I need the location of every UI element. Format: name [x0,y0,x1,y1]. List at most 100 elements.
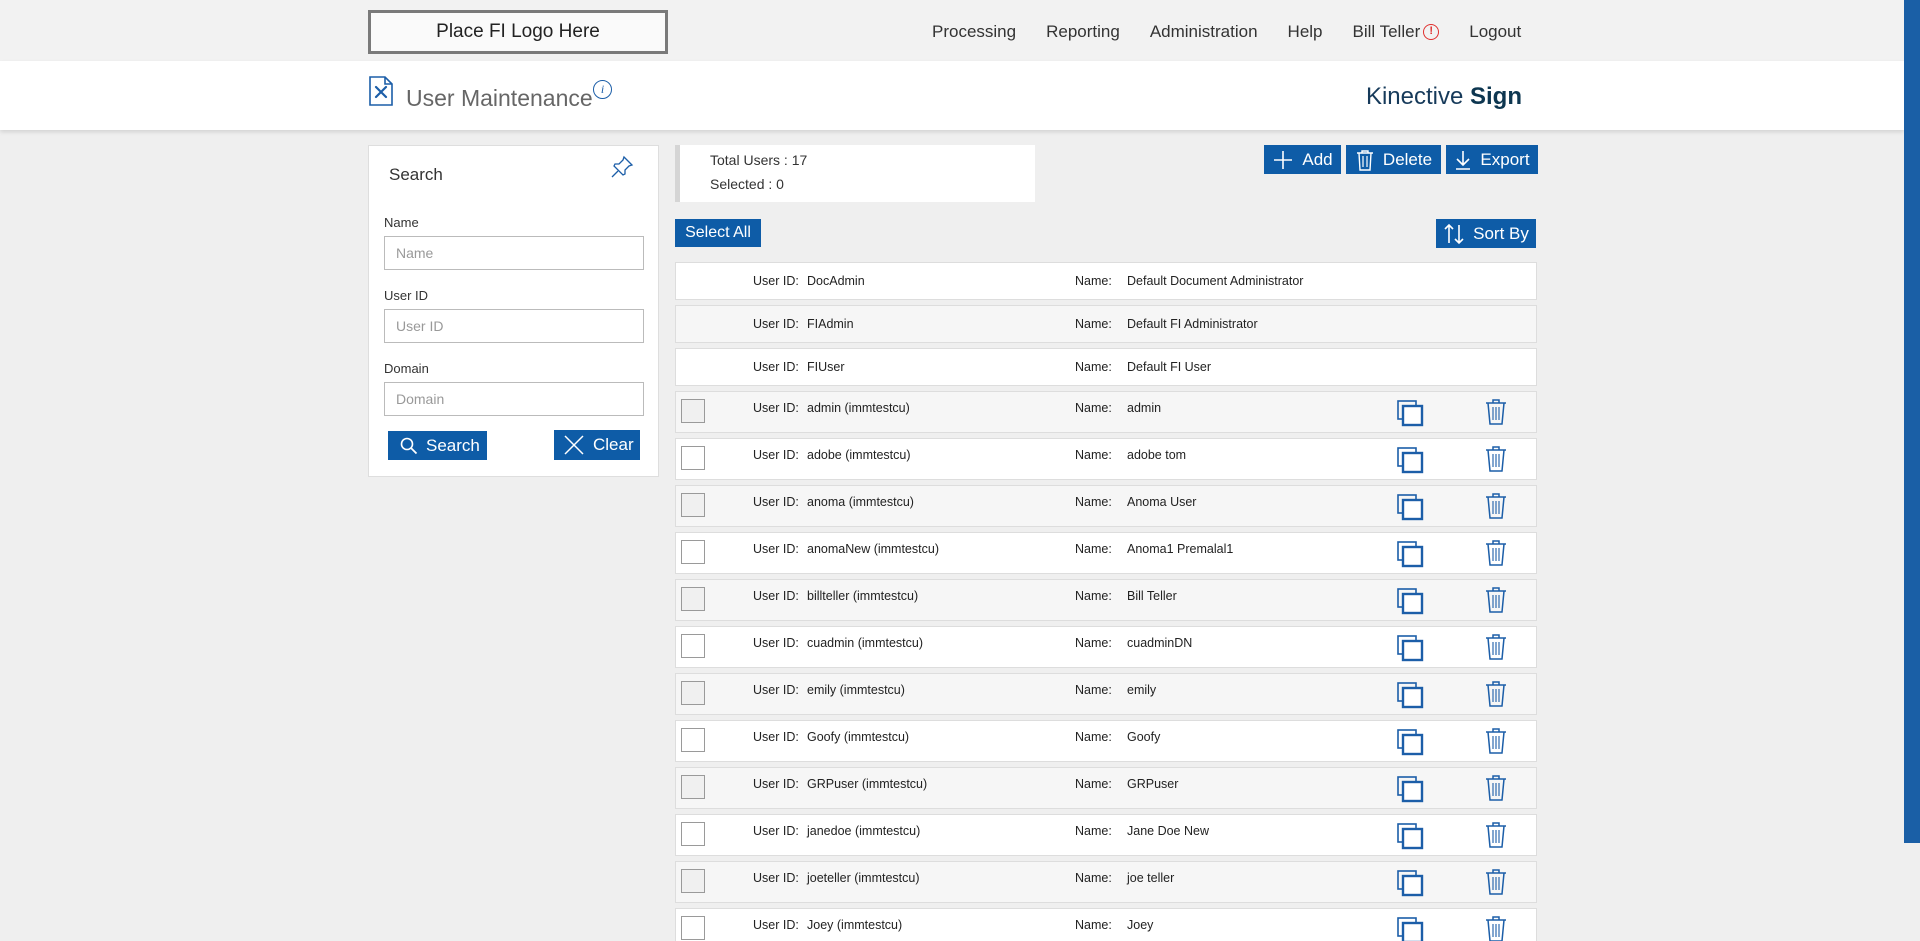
user-row[interactable]: User ID: admin (immtestcu) Name: admin [675,391,1537,433]
pin-icon[interactable] [609,154,635,180]
user-id-label: User ID: [753,448,799,462]
sort-by-label: Sort By [1473,223,1529,243]
user-row[interactable]: User ID: GRPuser (immtestcu) Name: GRPuser [675,767,1537,809]
row-checkbox[interactable] [681,775,705,799]
nav-logout[interactable]: Logout [1469,22,1521,42]
user-row[interactable]: User ID: Joey (immtestcu) Name: Joey [675,908,1537,941]
nav-processing[interactable]: Processing [932,22,1016,42]
user-row[interactable]: User ID: Goofy (immtestcu) Name: Goofy [675,720,1537,762]
user-row[interactable]: User ID: FIAdmin Name: Default FI Administr… [675,305,1537,343]
row-checkbox[interactable] [681,587,705,611]
row-checkbox[interactable] [681,540,705,564]
export-button[interactable]: Export [1446,145,1538,174]
copy-icon[interactable] [1396,775,1424,803]
copy-icon[interactable] [1396,634,1424,662]
name-label: Name: [1075,274,1112,288]
user-row[interactable]: User ID: DocAdmin Name: Default Document Ad… [675,262,1537,300]
trash-icon[interactable] [1485,398,1507,426]
user-id-value: FIAdmin [807,317,854,331]
search-button[interactable]: Search [388,431,487,460]
trash-icon[interactable] [1485,586,1507,614]
alert-icon[interactable]: ! [1423,24,1440,40]
copy-icon[interactable] [1396,916,1424,941]
copy-icon[interactable] [1396,822,1424,850]
user-id-value: anomaNew (immtestcu) [807,542,939,556]
trash-icon[interactable] [1485,868,1507,896]
copy-icon[interactable] [1396,869,1424,897]
copy-icon[interactable] [1396,493,1424,521]
name-value: Default Document Administrator [1127,274,1304,288]
export-button-label: Export [1480,149,1530,169]
name-value: GRPuser [1127,777,1179,791]
copy-icon[interactable] [1396,728,1424,756]
user-name: Bill Teller [1352,22,1421,41]
select-all-button[interactable]: Select All [675,219,761,247]
name-label: Name: [1075,683,1112,697]
trash-icon[interactable] [1485,492,1507,520]
name-value: Default FI User [1127,360,1212,374]
user-id-value: FIUser [807,360,845,374]
add-button[interactable]: Add [1264,145,1341,174]
name-value: Anoma1 Premalal1 [1127,542,1234,556]
user-id-label: User ID: [753,824,799,838]
trash-icon[interactable] [1485,633,1507,661]
sort-by-button[interactable]: Sort By [1436,219,1536,248]
nav-user-menu[interactable]: Bill Teller ! [1353,22,1440,42]
user-row[interactable]: User ID: janedoe (immtestcu) Name: Jane Doe… [675,814,1537,856]
user-row[interactable]: User ID: emily (immtestcu) Name: emily [675,673,1537,715]
user-row[interactable]: User ID: billteller (immtestcu) Name: Bill … [675,579,1537,621]
trash-icon[interactable] [1485,821,1507,849]
row-checkbox[interactable] [681,493,705,517]
user-id-label: User ID: [753,317,799,331]
copy-icon[interactable] [1396,446,1424,474]
name-value: Goofy [1127,730,1161,744]
user-row[interactable]: User ID: anomaNew (immtestcu) Name: Anoma1 … [675,532,1537,574]
nav-administration[interactable]: Administration [1150,22,1258,42]
name-label: Name: [1075,871,1112,885]
info-icon[interactable]: i [593,80,612,99]
row-checkbox[interactable] [681,446,705,470]
userid-input[interactable] [384,309,644,343]
row-checkbox[interactable] [681,822,705,846]
user-id-value: adobe (immtestcu) [807,448,911,462]
user-id-label: User ID: [753,542,799,556]
row-checkbox[interactable] [681,634,705,658]
trash-icon[interactable] [1485,774,1507,802]
nav-help[interactable]: Help [1288,22,1323,42]
delete-button[interactable]: Delete [1346,145,1441,174]
name-label: Name: [1075,636,1112,650]
user-row[interactable]: User ID: joeteller (immtestcu) Name: joe te… [675,861,1537,903]
copy-icon[interactable] [1396,540,1424,568]
copy-icon[interactable] [1396,399,1424,427]
clear-button[interactable]: Clear [554,430,640,460]
copy-icon[interactable] [1396,681,1424,709]
user-id-value: Joey (immtestcu) [807,918,903,932]
page-title: User Maintenance [406,85,593,111]
name-value: Joey [1127,918,1154,932]
trash-icon[interactable] [1485,915,1507,941]
name-label: Name: [1075,360,1112,374]
row-checkbox[interactable] [681,399,705,423]
total-users-text: Total Users : 17 [710,152,808,168]
user-row[interactable]: User ID: anoma (immtestcu) Name: Anoma User [675,485,1537,527]
trash-icon[interactable] [1485,539,1507,567]
row-checkbox[interactable] [681,916,705,940]
name-value: joe teller [1127,871,1175,885]
user-id-label: User ID: [753,683,799,697]
nav-reporting[interactable]: Reporting [1046,22,1120,42]
user-id-value: DocAdmin [807,274,865,288]
trash-icon[interactable] [1485,680,1507,708]
row-checkbox[interactable] [681,728,705,752]
trash-icon[interactable] [1485,727,1507,755]
name-input[interactable] [384,236,644,270]
domain-input[interactable] [384,382,644,416]
row-checkbox[interactable] [681,681,705,705]
user-row[interactable]: User ID: adobe (immtestcu) Name: adobe tom [675,438,1537,480]
trash-icon[interactable] [1485,445,1507,473]
user-row[interactable]: User ID: cuadmin (immtestcu) Name: cuadminD… [675,626,1537,668]
user-id-label: User ID: [753,730,799,744]
copy-icon[interactable] [1396,587,1424,615]
row-checkbox[interactable] [681,869,705,893]
user-row[interactable]: User ID: FIUser Name: Default FI User [675,348,1537,386]
name-value: admin [1127,401,1162,415]
